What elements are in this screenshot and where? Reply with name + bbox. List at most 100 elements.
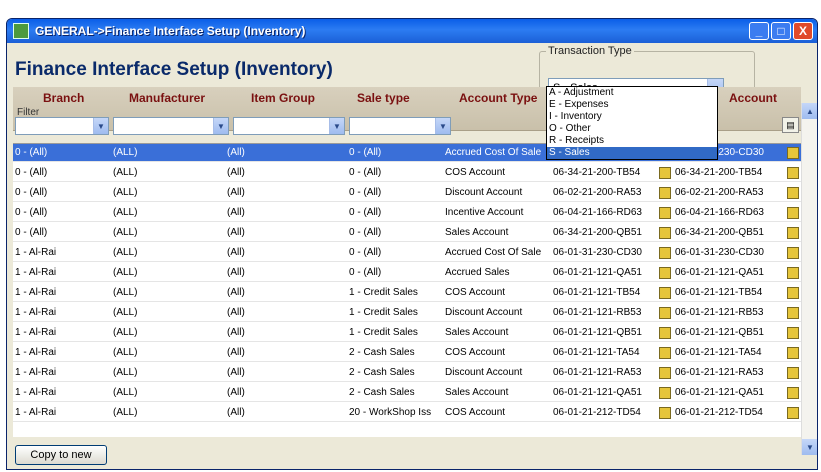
row-edit-icon[interactable] (787, 167, 799, 179)
chevron-down-icon[interactable]: ▼ (93, 118, 108, 134)
cell-sale: 2 - Cash Sales (349, 347, 415, 358)
col-account[interactable]: Account (729, 91, 777, 105)
dropdown-option[interactable]: A - Adjustment (547, 87, 717, 99)
dropdown-option[interactable]: I - Inventory (547, 111, 717, 123)
row-edit-icon[interactable] (787, 407, 799, 419)
chevron-down-icon[interactable]: ▼ (213, 118, 228, 134)
account-lookup-icon[interactable] (659, 167, 671, 179)
col-account-type[interactable]: Account Type (459, 91, 537, 105)
dropdown-option-selected[interactable]: S - Sales (547, 147, 717, 159)
row-edit-icon[interactable] (787, 247, 799, 259)
chevron-down-icon[interactable]: ▼ (329, 118, 344, 134)
cell-mfr: (ALL) (113, 267, 138, 278)
transaction-type-dropdown[interactable]: A - Adjustment E - Expenses I - Inventor… (546, 86, 718, 160)
col-manufacturer[interactable]: Manufacturer (129, 91, 205, 105)
table-row[interactable]: 1 - Al-Rai (ALL) (All) 2 - Cash Sales Discou… (13, 364, 803, 382)
row-edit-icon[interactable] (787, 367, 799, 379)
cell-acct-type: Discount Account (445, 367, 523, 378)
table-row[interactable]: 1 - Al-Rai (ALL) (All) 1 - Credit Sales Disc… (13, 304, 803, 322)
table-row[interactable]: 1 - Al-Rai (ALL) (All) 2 - Cash Sales COS Ac… (13, 344, 803, 362)
cell-acc2: 06-04-21-166-RD63 (675, 207, 764, 218)
dropdown-option[interactable]: E - Expenses (547, 99, 717, 111)
cell-branch: 1 - Al-Rai (15, 307, 57, 318)
cell-acct-type: COS Account (445, 287, 506, 298)
account-lookup-icon[interactable] (659, 307, 671, 319)
col-sale-type[interactable]: Sale type (357, 91, 410, 105)
cell-mfr: (ALL) (113, 307, 138, 318)
account-lookup-icon[interactable] (659, 247, 671, 259)
sale-type-filter[interactable]: ▼ (349, 117, 451, 135)
account-lookup-icon[interactable] (659, 367, 671, 379)
copy-to-new-button[interactable]: Copy to new (15, 445, 107, 465)
cell-group: (All) (227, 287, 245, 298)
dropdown-option[interactable]: R - Receipts (547, 135, 717, 147)
cell-acct-type: COS Account (445, 407, 506, 418)
account-lookup-icon[interactable] (659, 347, 671, 359)
cell-acc2: 06-01-31-230-CD30 (675, 247, 764, 258)
table-row[interactable]: 0 - (All) (ALL) (All) 0 - (All) Incentive Ac… (13, 204, 803, 222)
cell-group: (All) (227, 247, 245, 258)
cell-acc2: 06-34-21-200-TB54 (675, 167, 763, 178)
cell-branch: 0 - (All) (15, 187, 48, 198)
cell-acc2: 06-01-21-121-RA53 (675, 367, 764, 378)
table-row[interactable]: 0 - (All) (ALL) (All) 0 - (All) Discount Acc… (13, 184, 803, 202)
col-branch[interactable]: Branch (43, 91, 84, 105)
cell-acct-type: Accrued Cost Of Sale (445, 247, 542, 258)
table-row[interactable]: 1 - Al-Rai (ALL) (All) 20 - WorkShop Iss COS… (13, 404, 803, 422)
account-lookup-icon[interactable] (659, 187, 671, 199)
cell-group: (All) (227, 367, 245, 378)
col-item-group[interactable]: Item Group (251, 91, 315, 105)
row-edit-icon[interactable] (787, 347, 799, 359)
branch-filter[interactable]: ▼ (15, 117, 109, 135)
row-edit-icon[interactable] (787, 287, 799, 299)
cell-sale: 20 - WorkShop Iss (349, 407, 432, 418)
table-row[interactable]: 1 - Al-Rai (ALL) (All) 2 - Cash Sales Sales … (13, 384, 803, 402)
table-row[interactable]: 0 - (All) (ALL) (All) 0 - (All) COS Account 0… (13, 164, 803, 182)
vertical-scrollbar[interactable]: ▲ ▼ (801, 103, 817, 455)
cell-sale: 2 - Cash Sales (349, 387, 415, 398)
filter-apply-icon[interactable]: ▤ (782, 117, 799, 133)
cell-mfr: (ALL) (113, 327, 138, 338)
row-edit-icon[interactable] (787, 147, 799, 159)
account-lookup-icon[interactable] (659, 227, 671, 239)
row-edit-icon[interactable] (787, 387, 799, 399)
cell-sale: 1 - Credit Sales (349, 287, 418, 298)
row-edit-icon[interactable] (787, 207, 799, 219)
cell-mfr: (ALL) (113, 287, 138, 298)
account-lookup-icon[interactable] (659, 327, 671, 339)
row-edit-icon[interactable] (787, 267, 799, 279)
cell-branch: 0 - (All) (15, 207, 48, 218)
title-bar[interactable]: GENERAL->Finance Interface Setup (Invent… (7, 19, 817, 43)
table-row[interactable]: 1 - Al-Rai (ALL) (All) 0 - (All) Accrued Cos… (13, 244, 803, 262)
row-edit-icon[interactable] (787, 327, 799, 339)
cell-acc1: 06-01-21-121-TB54 (553, 287, 641, 298)
table-row[interactable]: 1 - Al-Rai (ALL) (All) 1 - Credit Sales COS … (13, 284, 803, 302)
chevron-down-icon[interactable]: ▼ (435, 118, 450, 134)
manufacturer-filter[interactable]: ▼ (113, 117, 229, 135)
cell-acct-type: Accrued Sales (445, 267, 510, 278)
account-lookup-icon[interactable] (659, 407, 671, 419)
cell-acc2: 06-01-21-121-QA51 (675, 387, 764, 398)
cell-mfr: (ALL) (113, 347, 138, 358)
scroll-up-icon[interactable]: ▲ (802, 103, 817, 119)
row-edit-icon[interactable] (787, 227, 799, 239)
account-lookup-icon[interactable] (659, 287, 671, 299)
minimize-button[interactable]: _ (749, 22, 769, 40)
scroll-down-icon[interactable]: ▼ (802, 439, 817, 455)
cell-acc1: 06-34-21-200-QB51 (553, 227, 642, 238)
account-lookup-icon[interactable] (659, 387, 671, 399)
item-group-filter[interactable]: ▼ (233, 117, 345, 135)
row-edit-icon[interactable] (787, 307, 799, 319)
account-lookup-icon[interactable] (659, 267, 671, 279)
table-row[interactable]: 1 - Al-Rai (ALL) (All) 0 - (All) Accrued Sal… (13, 264, 803, 282)
account-lookup-icon[interactable] (659, 207, 671, 219)
row-edit-icon[interactable] (787, 187, 799, 199)
cell-group: (All) (227, 407, 245, 418)
table-row[interactable]: 0 - (All) (ALL) (All) 0 - (All) Sales Accoun… (13, 224, 803, 242)
cell-mfr: (ALL) (113, 147, 138, 158)
dropdown-option[interactable]: O - Other (547, 123, 717, 135)
close-button[interactable]: X (793, 22, 813, 40)
cell-acc1: 06-01-21-121-RA53 (553, 367, 642, 378)
table-row[interactable]: 1 - Al-Rai (ALL) (All) 1 - Credit Sales Sale… (13, 324, 803, 342)
maximize-button[interactable]: □ (771, 22, 791, 40)
